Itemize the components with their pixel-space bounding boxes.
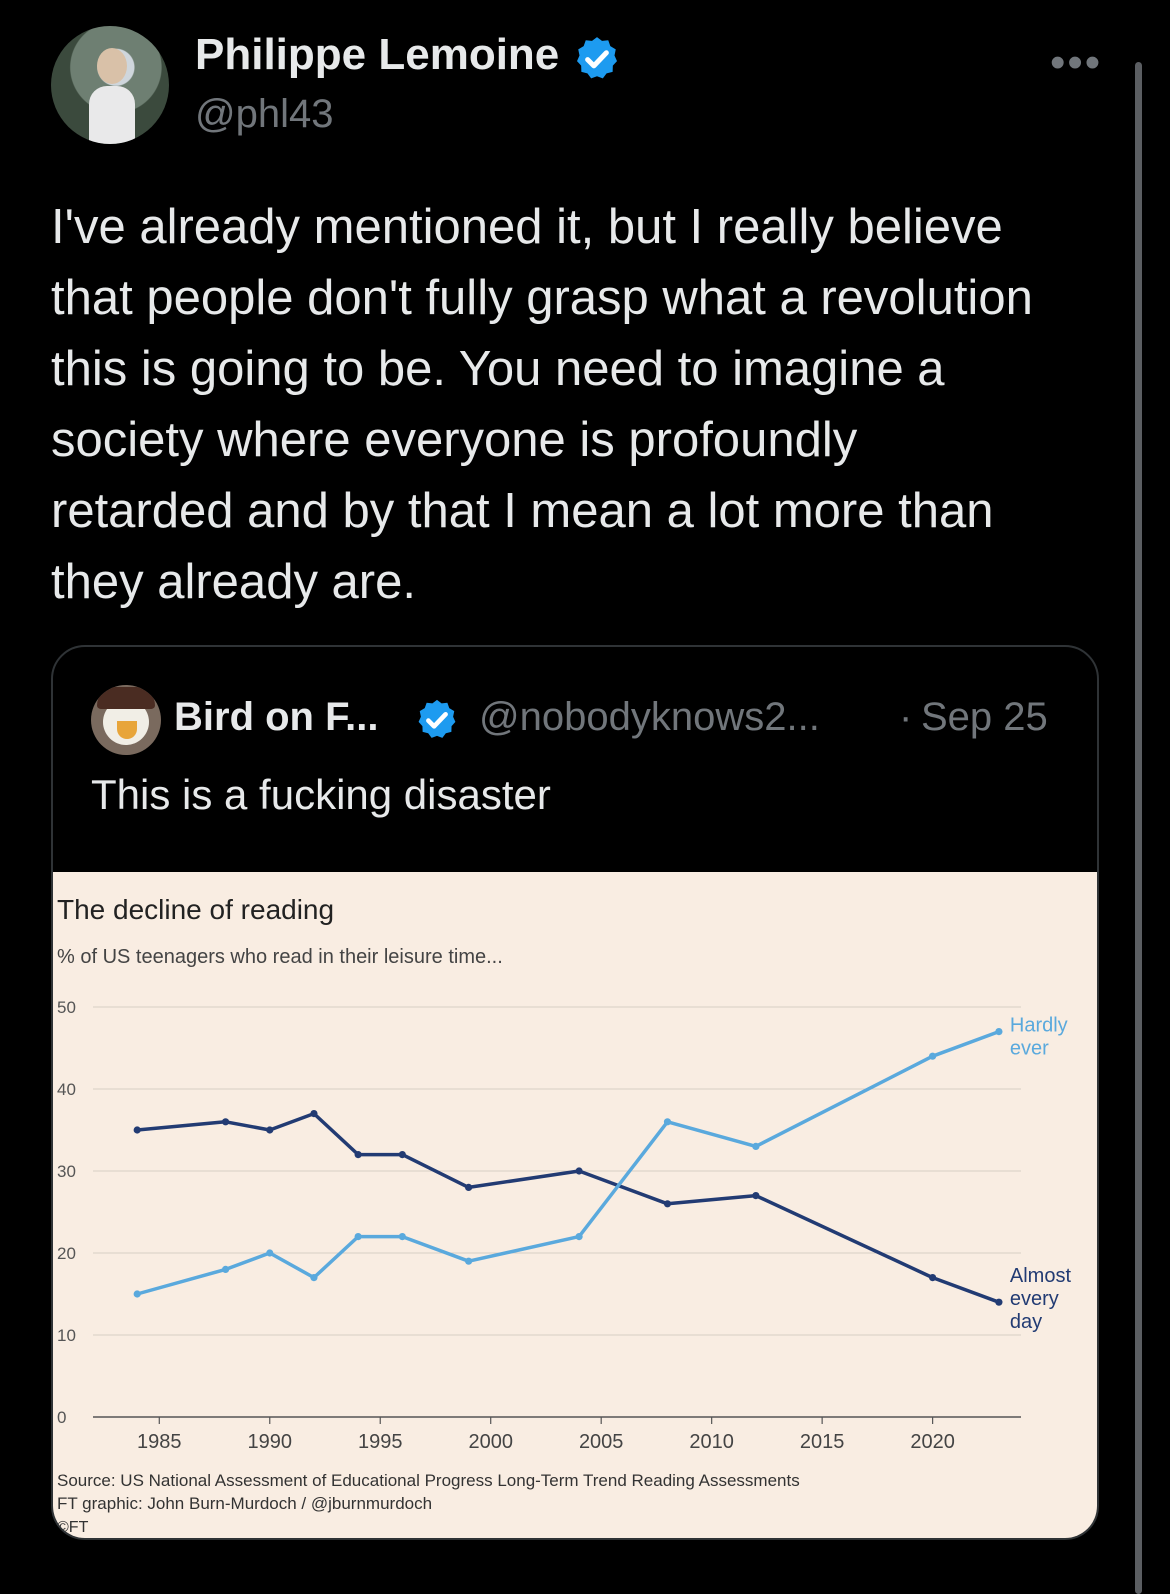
avatar-hat	[97, 687, 155, 709]
data-point-0	[221, 1118, 230, 1126]
verified-badge-icon	[418, 699, 456, 738]
x-tick-label: 2010	[689, 1431, 734, 1453]
quoted-tweet-date[interactable]: Sep 25	[921, 695, 1048, 740]
x-tick-label: 2000	[468, 1431, 513, 1453]
data-point-1	[465, 1257, 473, 1265]
avatar-shirt	[89, 86, 135, 144]
x-tick-label: 1985	[137, 1431, 182, 1453]
data-point-1	[133, 1290, 141, 1298]
data-point-1	[575, 1233, 583, 1241]
series-label: Almost	[1010, 1265, 1072, 1287]
y-tick-label: 30	[57, 1162, 76, 1181]
y-tick-label: 0	[57, 1408, 66, 1427]
data-point-1	[398, 1233, 406, 1241]
tweet-text: I've already mentioned it, but I really …	[51, 200, 1033, 609]
data-point-1	[995, 1028, 1003, 1036]
quoted-author-name[interactable]: Bird on F...	[174, 695, 378, 740]
data-point-0	[465, 1183, 473, 1191]
data-point-1	[929, 1052, 937, 1060]
data-point-0	[575, 1167, 583, 1175]
scrollbar[interactable]	[1135, 62, 1142, 1594]
y-tick-label: 50	[57, 998, 76, 1017]
verified-badge-icon	[577, 37, 617, 79]
data-point-0	[995, 1298, 1003, 1306]
series-label: every	[1010, 1288, 1059, 1310]
data-point-1	[221, 1265, 230, 1273]
data-point-0	[354, 1151, 362, 1159]
author-handle[interactable]: @phl43	[195, 92, 333, 137]
quoted-tweet-text: This is a fucking disaster	[91, 771, 551, 818]
data-point-0	[663, 1200, 672, 1208]
data-point-0	[752, 1192, 760, 1200]
data-point-0	[266, 1126, 274, 1134]
data-point-0	[133, 1126, 141, 1134]
more-options-icon[interactable]: •••	[1050, 38, 1102, 88]
quoted-author-avatar[interactable]	[91, 685, 161, 755]
quoted-author-handle[interactable]: @nobodyknows2...	[479, 695, 820, 740]
data-point-0	[398, 1151, 406, 1159]
data-point-1	[266, 1249, 274, 1257]
quoted-tweet[interactable]: Bird on F... @nobodyknows2... · Sep 25 T…	[51, 645, 1099, 1540]
chart-source: Source: US National Assessment of Educat…	[57, 1471, 800, 1490]
y-tick-label: 10	[57, 1326, 76, 1345]
data-point-1	[310, 1274, 318, 1282]
data-point-0	[310, 1110, 318, 1118]
author-avatar[interactable]	[51, 26, 169, 144]
series-label: ever	[1010, 1038, 1049, 1060]
x-tick-label: 1990	[248, 1431, 293, 1453]
avatar-head	[97, 48, 127, 84]
chart-subtitle: % of US teenagers who read in their leis…	[57, 946, 503, 968]
y-tick-label: 20	[57, 1244, 76, 1263]
chart-image[interactable]: The decline of reading % of US teenagers …	[53, 872, 1097, 1538]
data-point-1	[663, 1118, 672, 1126]
series-line-0	[137, 1111, 1000, 1304]
data-point-1	[354, 1233, 362, 1241]
author-name[interactable]: Philippe Lemoine	[195, 30, 559, 80]
y-tick-label: 40	[57, 1080, 76, 1099]
series-line-1	[136, 1029, 1000, 1296]
data-point-1	[752, 1142, 760, 1150]
series-label: Hardly	[1010, 1015, 1068, 1037]
chart-title: The decline of reading	[57, 894, 334, 925]
x-tick-label: 2020	[910, 1431, 955, 1453]
separator-dot: ·	[899, 695, 913, 739]
x-tick-label: 2015	[800, 1431, 845, 1453]
ft-logo: ©FT	[57, 1519, 89, 1536]
chart-credit: FT graphic: John Burn-Murdoch / @jburnmu…	[57, 1494, 432, 1513]
x-tick-label: 1995	[358, 1431, 403, 1453]
data-point-0	[929, 1274, 937, 1282]
line-chart: The decline of reading % of US teenagers …	[57, 894, 1072, 1536]
x-tick-label: 2005	[579, 1431, 624, 1453]
series-label: day	[1010, 1311, 1042, 1333]
